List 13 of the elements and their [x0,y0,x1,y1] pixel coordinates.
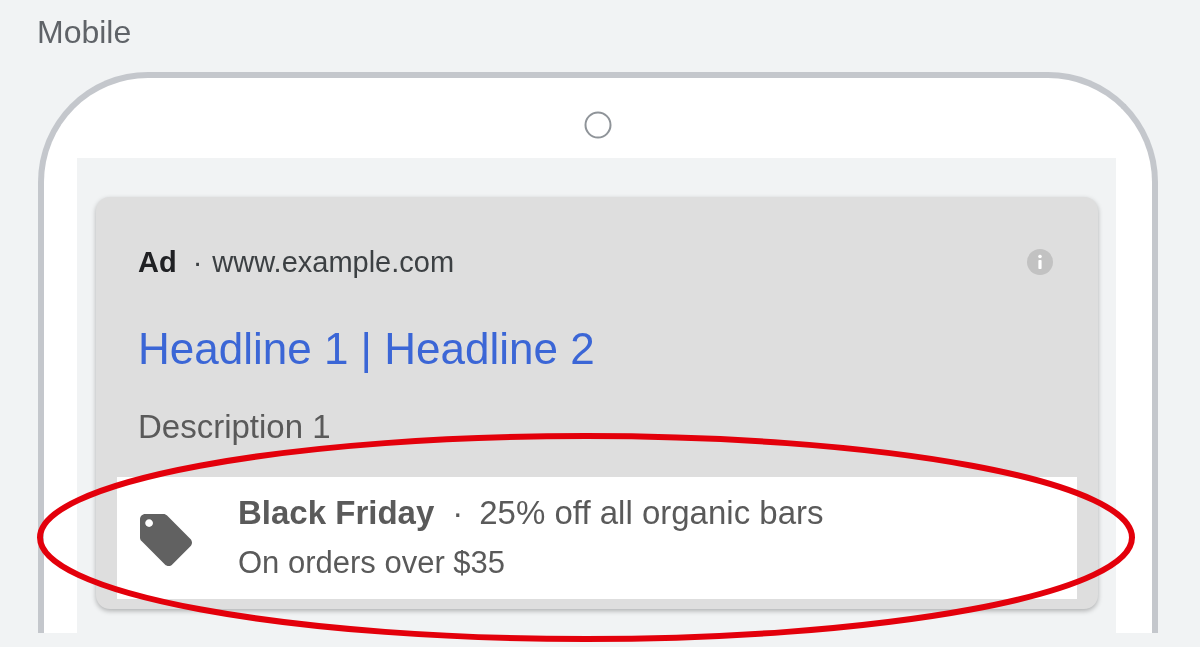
display-url: www.example.com [212,245,455,279]
tag-icon [140,514,192,566]
ad-description: Description 1 [138,409,331,445]
promotion-details: On orders over $35 [238,545,506,581]
separator-dot: · [452,495,464,531]
section-label: Mobile [37,14,132,50]
camera-icon [584,111,612,139]
separator-dot: · [192,245,203,279]
ad-label: Ad [138,245,177,279]
promotion-offer: 25% off all organic bars [479,495,824,531]
promotion-occasion: Black Friday [238,495,435,531]
info-icon[interactable] [1027,249,1053,275]
ad-headline-link[interactable]: Headline 1 | Headline 2 [138,325,595,373]
